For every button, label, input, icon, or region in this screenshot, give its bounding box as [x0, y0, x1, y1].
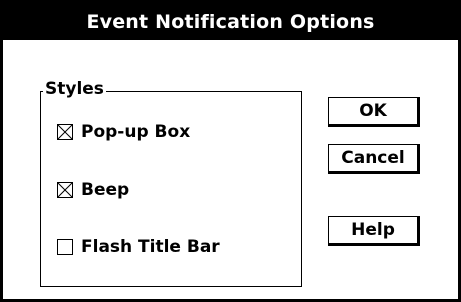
flash-title-bar-label: Flash Title Bar: [81, 237, 220, 257]
help-button[interactable]: Help: [328, 216, 420, 246]
ok-button[interactable]: OK: [328, 97, 420, 127]
popup-box-checkbox[interactable]: Pop-up Box: [57, 121, 190, 143]
popup-box-checkbox-box[interactable]: [57, 124, 73, 140]
checkmark-x-icon: [58, 125, 72, 139]
popup-box-label: Pop-up Box: [81, 122, 191, 142]
dialog-titlebar[interactable]: Event Notification Options: [3, 3, 458, 40]
flash-title-bar-checkbox-box[interactable]: [57, 239, 73, 255]
beep-checkbox-box[interactable]: [57, 182, 73, 198]
beep-label: Beep: [81, 180, 130, 200]
cancel-button[interactable]: Cancel: [328, 144, 420, 174]
dialog-title: Event Notification Options: [86, 10, 375, 33]
event-notification-dialog: Event Notification Options Styles Pop-up…: [0, 0, 461, 302]
beep-checkbox[interactable]: Beep: [57, 179, 129, 201]
flash-title-bar-checkbox[interactable]: Flash Title Bar: [57, 236, 220, 258]
styles-group-label: Styles: [43, 78, 106, 100]
checkmark-x-icon: [58, 183, 72, 197]
